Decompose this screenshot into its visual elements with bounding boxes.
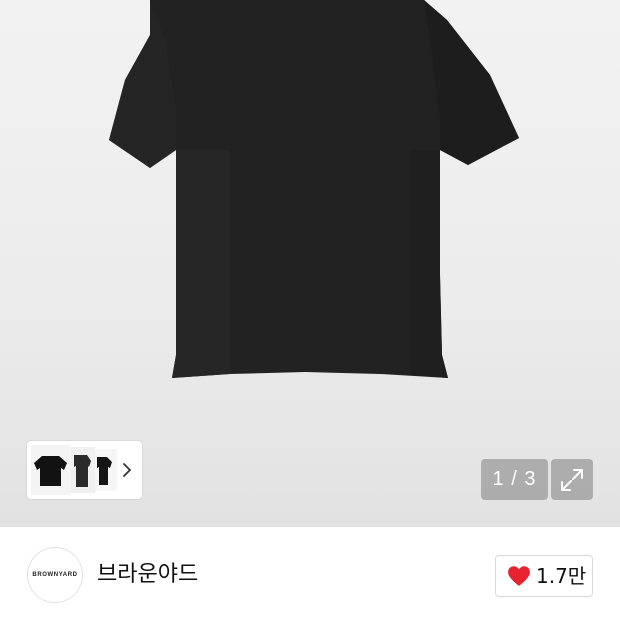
chevron-right-icon[interactable]: [119, 461, 135, 479]
heart-icon: [508, 566, 530, 586]
expand-icon: [561, 469, 583, 491]
brand-logo-text: BROWNYARD: [32, 572, 78, 578]
image-counter: 1 / 3: [481, 459, 548, 500]
like-button[interactable]: 1.7만: [495, 555, 593, 597]
expand-button[interactable]: [551, 459, 593, 500]
brand-logo[interactable]: BROWNYARD: [27, 547, 83, 603]
product-gallery[interactable]: 1 / 3: [0, 0, 620, 527]
brand-name[interactable]: 브라운야드: [97, 560, 198, 590]
like-count: 1.7만: [536, 564, 587, 588]
